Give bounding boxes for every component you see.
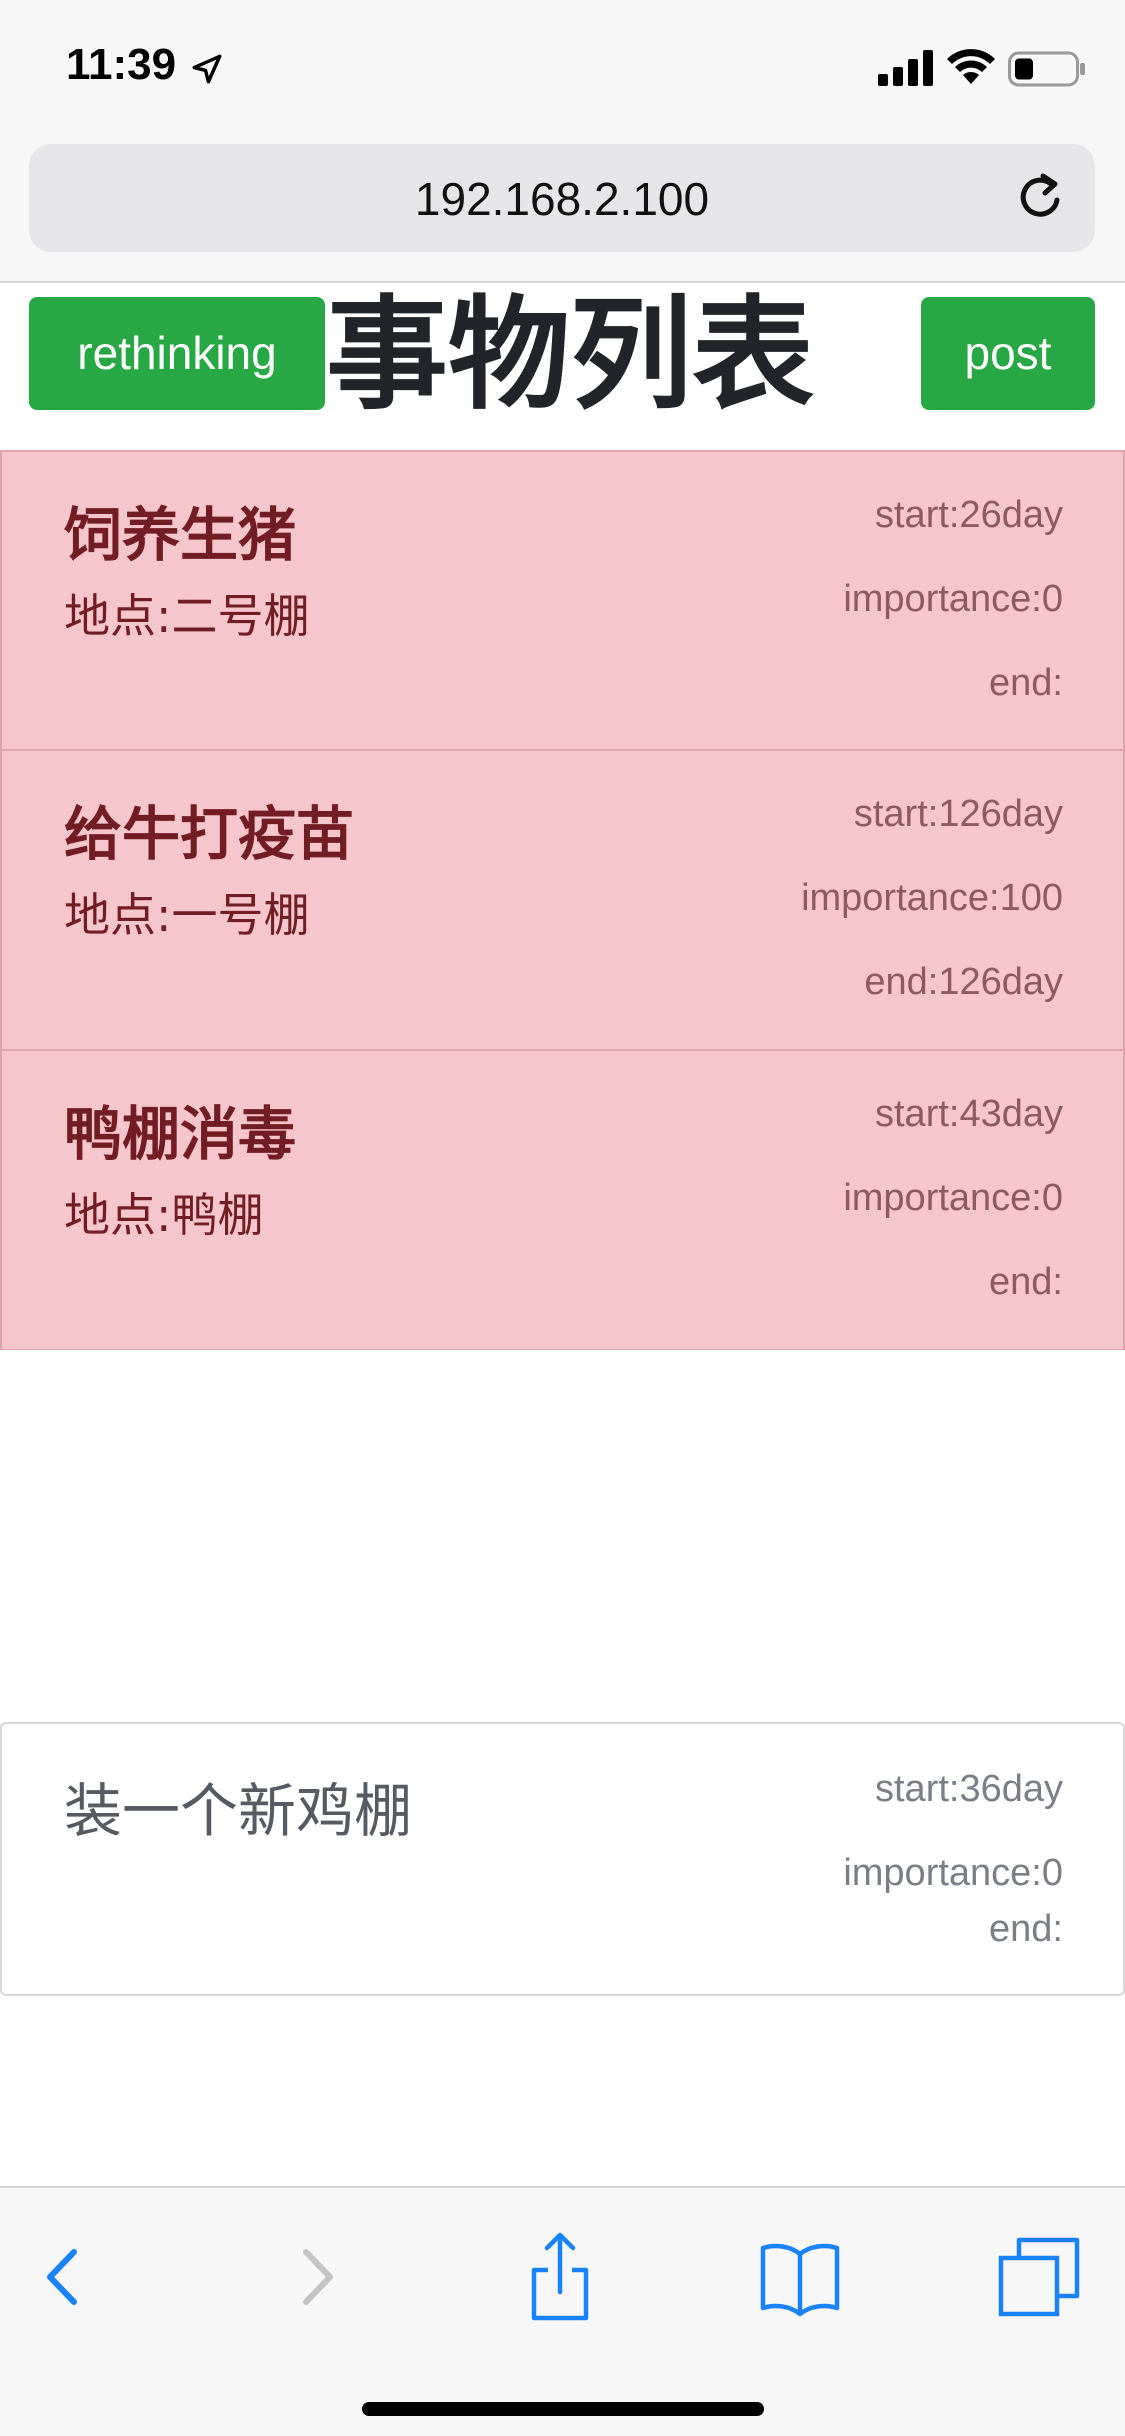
share-icon[interactable] (515, 2232, 605, 2322)
post-button[interactable]: post (921, 297, 1095, 410)
task-start: start:26day (875, 494, 1063, 536)
task-end: end: (989, 1908, 1063, 1950)
battery-icon (1008, 51, 1085, 87)
rethinking-button[interactable]: rethinking (29, 297, 325, 410)
task-importance: importance:100 (801, 877, 1063, 919)
browser-address-bar: 192.168.2.100 (0, 140, 1125, 283)
task-item[interactable]: 饲养生猪 地点:二号棚 start:26day importance:0 end… (0, 450, 1125, 750)
task-end: end: (989, 1261, 1063, 1303)
task-location: 地点:鸭棚 (64, 1188, 264, 1242)
tabs-icon[interactable] (995, 2232, 1085, 2322)
task-start: start:36day (875, 1768, 1063, 1810)
task-item[interactable]: 给牛打疫苗 地点:一号棚 start:126day importance:100… (0, 750, 1125, 1050)
wifi-icon (947, 49, 995, 84)
status-bar: 11:39 (0, 0, 1125, 140)
reload-icon[interactable] (1013, 170, 1069, 226)
task-title: 鸭棚消毒 (64, 1100, 297, 1168)
task-end: end: (989, 662, 1063, 704)
page-header: rethinking 事物列表 post (0, 285, 1125, 450)
bookmarks-icon[interactable] (755, 2232, 845, 2322)
task-importance: importance:0 (843, 1852, 1063, 1894)
task-title: 装一个新鸡棚 (64, 1777, 413, 1845)
browser-toolbar (0, 2186, 1125, 2436)
location-arrow-icon (192, 54, 222, 84)
cellular-signal-icon (878, 50, 933, 86)
status-time: 11:39 (66, 40, 177, 89)
home-indicator (362, 2402, 764, 2416)
task-start: start:43day (875, 1093, 1063, 1135)
task-location: 地点:一号棚 (64, 888, 310, 942)
task-title: 给牛打疫苗 (64, 800, 355, 868)
task-list: 饲养生猪 地点:二号棚 start:26day importance:0 end… (0, 450, 1125, 1350)
back-icon[interactable] (20, 2232, 110, 2322)
page-title: 事物列表 (326, 284, 814, 426)
url-field[interactable]: 192.168.2.100 (29, 144, 1095, 252)
forward-icon[interactable] (270, 2232, 360, 2322)
task-importance: importance:0 (843, 578, 1063, 620)
task-end: end:126day (864, 961, 1063, 1003)
task-importance: importance:0 (843, 1177, 1063, 1219)
completed-task-item[interactable]: 装一个新鸡棚 start:36day importance:0 end: (0, 1722, 1125, 1996)
task-location: 地点:二号棚 (64, 589, 310, 643)
url-text: 192.168.2.100 (414, 173, 710, 225)
task-title: 饲养生猪 (64, 501, 297, 569)
task-item[interactable]: 鸭棚消毒 地点:鸭棚 start:43day importance:0 end: (0, 1050, 1125, 1350)
task-start: start:126day (853, 793, 1063, 835)
